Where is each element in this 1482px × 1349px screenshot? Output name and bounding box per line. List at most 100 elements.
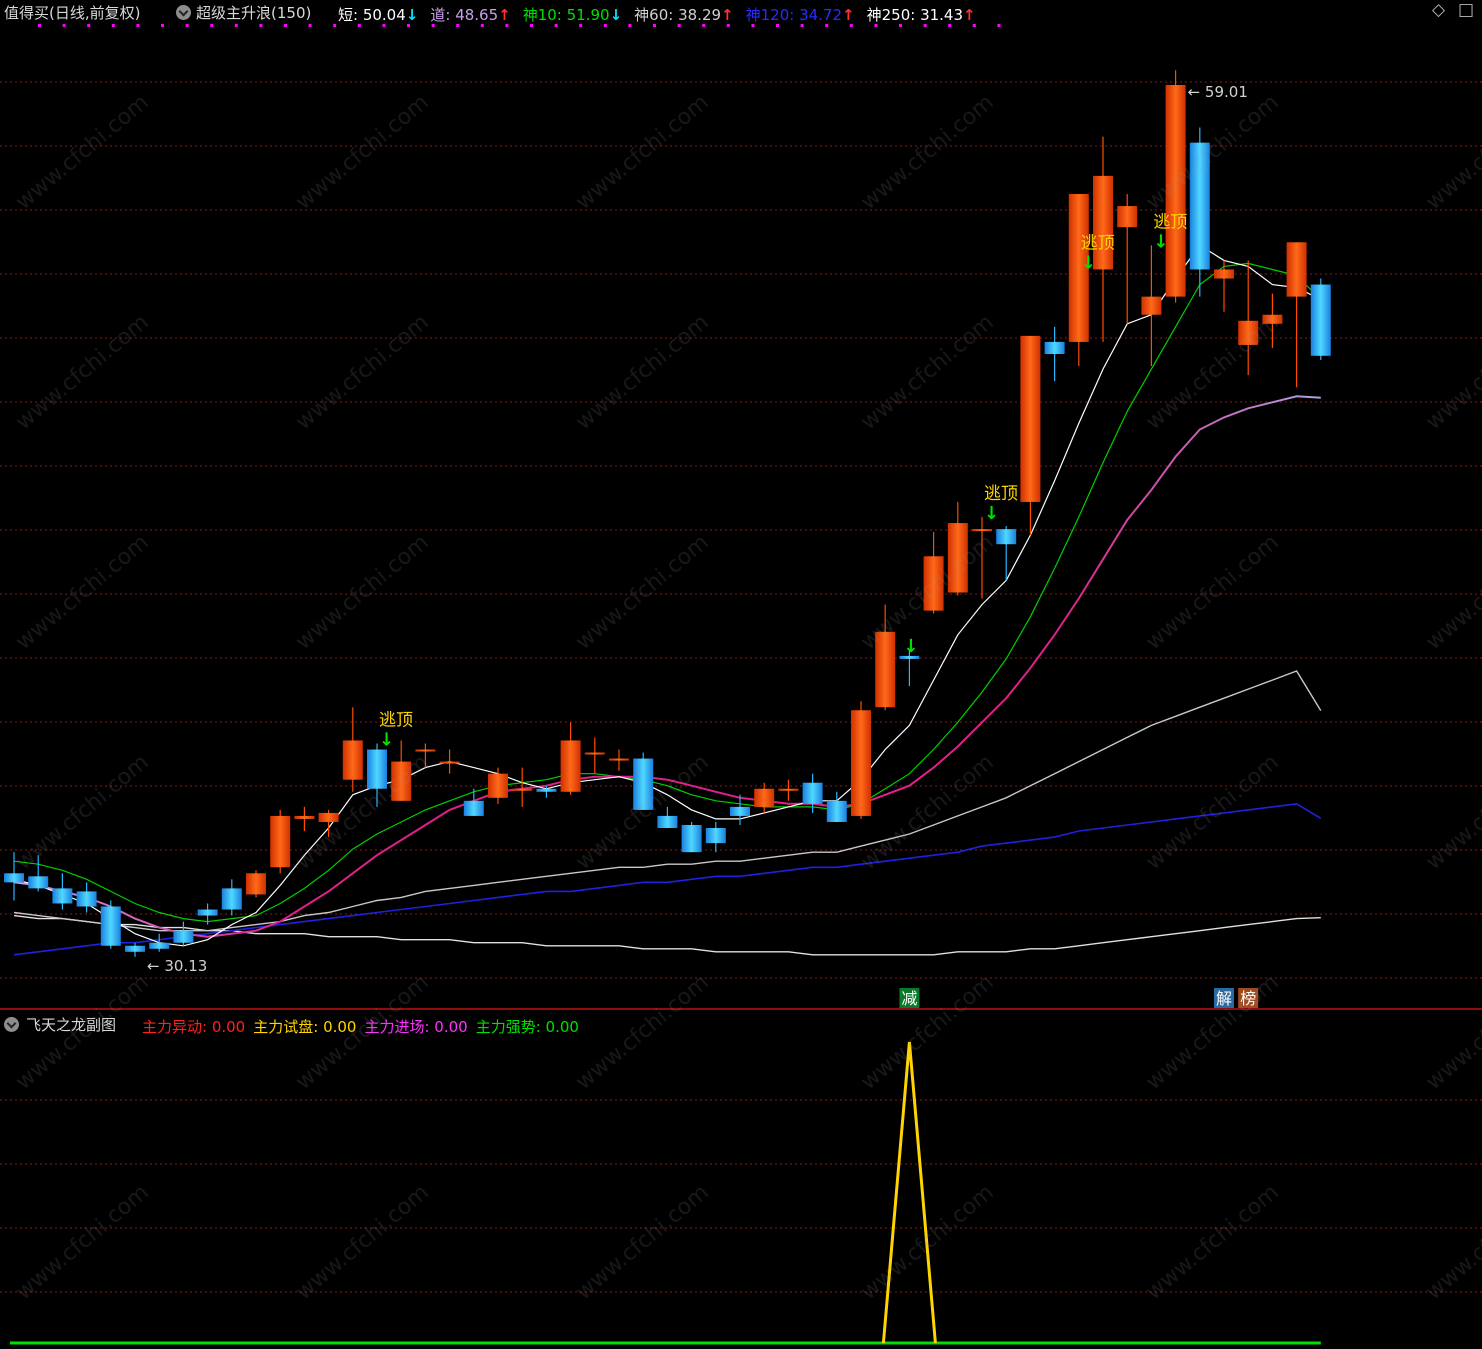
grid-lines: [0, 81, 1482, 979]
candle: [197, 903, 218, 925]
candle-body: [149, 942, 170, 949]
candle: [754, 782, 775, 813]
candle: [584, 737, 605, 774]
candle-body: [488, 773, 508, 798]
candle: [923, 532, 944, 614]
candle-body: [463, 800, 484, 816]
candle: [826, 791, 847, 822]
candle-body: [439, 761, 460, 764]
candle: [681, 821, 702, 853]
marker-dot: [234, 24, 238, 27]
candle: [1020, 335, 1041, 536]
candle: [1310, 278, 1331, 361]
candle-body: [100, 906, 121, 946]
candle: [1214, 260, 1234, 312]
candle-body: [536, 788, 557, 792]
main-price-chart[interactable]: ← 59.01← 30.13逃顶↓逃顶↓逃顶↓逃顶↓↓减解榜: [0, 0, 1482, 1010]
candle: [1262, 293, 1283, 348]
marker-dot: [726, 24, 730, 27]
marker-dot: [308, 24, 312, 27]
ma-line-神60: [13, 670, 1322, 932]
marker-dot: [136, 24, 140, 27]
candle: [246, 870, 266, 898]
marker-dot: [776, 24, 779, 27]
candle: [4, 852, 24, 901]
candle-body: [1189, 142, 1210, 270]
marker-dot: [38, 24, 41, 27]
candle-body: [246, 873, 266, 895]
candle-body: [681, 824, 702, 853]
candle: [318, 809, 339, 838]
candle: [947, 501, 968, 596]
marker-dot: [87, 24, 91, 27]
candle-body: [391, 761, 412, 801]
candle-body: [367, 749, 387, 789]
candle: [221, 879, 242, 916]
candle: [173, 921, 194, 946]
marker-dot: [530, 24, 533, 27]
candle-body: [778, 788, 799, 791]
candle-body: [609, 758, 629, 761]
candle: [875, 604, 896, 711]
marker-dot: [407, 24, 410, 27]
candle-body: [1286, 242, 1307, 297]
candle-body: [76, 891, 97, 907]
marker-dot: [185, 24, 189, 27]
candle: [609, 749, 629, 771]
candle: [149, 933, 170, 952]
candle-body: [996, 529, 1017, 545]
candle: [705, 821, 726, 853]
green-arrow-icon: ↓: [903, 636, 918, 657]
marker-dot: [505, 24, 509, 27]
candle-body: [1093, 175, 1113, 270]
candle: [391, 740, 412, 801]
marker-dot: [259, 24, 263, 27]
candle-body: [730, 806, 750, 816]
candle: [1238, 260, 1259, 376]
green-arrow-icon: ↓: [1153, 231, 1168, 252]
candle: [1165, 70, 1186, 303]
candle: [488, 767, 508, 804]
candle: [1141, 245, 1162, 367]
marker-dot: [284, 24, 287, 27]
marker-dot: [111, 24, 115, 27]
sub-indicator-chart[interactable]: [0, 1010, 1482, 1349]
candle-body: [1165, 84, 1186, 297]
marker-dot: [579, 24, 583, 27]
candle-body: [197, 909, 218, 916]
candle: [125, 942, 145, 957]
escape-top-signal: 逃顶: [1153, 212, 1187, 232]
marker-dot: [677, 24, 681, 27]
candle: [270, 809, 291, 874]
escape-top-signal: 逃顶: [984, 484, 1018, 504]
low-price-label: ← 30.13: [147, 957, 207, 975]
marker-dot: [62, 24, 66, 27]
candle-body: [173, 930, 194, 943]
marker-dot: [210, 24, 214, 27]
candle-body: [1117, 206, 1138, 228]
candle-body: [657, 815, 678, 829]
header-dots: [38, 24, 1001, 27]
sub-grid-lines: [0, 1099, 1482, 1293]
candle-body: [52, 888, 73, 904]
escape-top-signal: 逃顶: [379, 710, 413, 730]
candle-body: [512, 788, 533, 791]
marker-dot: [997, 24, 1001, 27]
green-arrow-icon: ↓: [1081, 252, 1096, 273]
high-price-label: ← 59.01: [1188, 83, 1248, 101]
candle-body: [875, 631, 896, 708]
candle-body: [1141, 296, 1162, 315]
unlock-badge: 解: [1216, 989, 1232, 1008]
candle-body: [1214, 269, 1234, 279]
candle: [851, 701, 871, 819]
trial-spike: [881, 1041, 937, 1344]
candle-body: [851, 710, 871, 816]
candle-body: [4, 873, 24, 883]
reduce-badge: 减: [901, 989, 917, 1008]
candle-body: [754, 788, 775, 807]
candle-body: [1020, 335, 1041, 502]
candle-body: [947, 523, 968, 593]
marker-dot: [800, 24, 804, 27]
candle-body: [270, 815, 291, 868]
candle-body: [1044, 341, 1065, 354]
